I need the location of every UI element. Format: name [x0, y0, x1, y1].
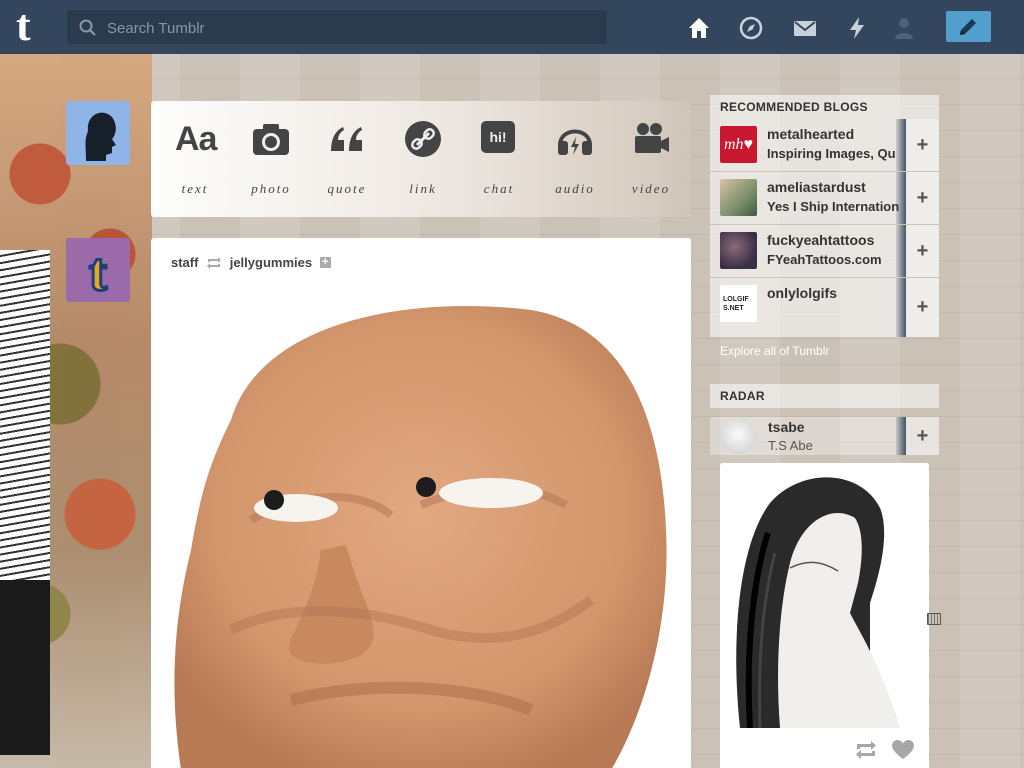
blog-name[interactable]: metalhearted	[767, 126, 854, 142]
post-type-link[interactable]: link	[385, 101, 461, 217]
explore-link[interactable]: Explore all of Tumblr	[720, 344, 829, 358]
keyboard-shortcut-icon[interactable]	[927, 613, 941, 625]
follow-button[interactable]: +	[906, 119, 939, 171]
radar-post-image[interactable]	[720, 463, 929, 728]
post-type-video[interactable]: video	[613, 101, 689, 217]
reblog-icon	[207, 256, 222, 269]
radar-blog-name[interactable]: tsabe	[768, 419, 805, 435]
quote-icon	[331, 127, 362, 151]
search-icon	[79, 19, 96, 36]
blog-avatar[interactable]: LOLGIFS.NET	[720, 285, 757, 322]
follow-button[interactable]: +	[906, 278, 939, 337]
search-input[interactable]	[105, 10, 589, 46]
post-type-label: text	[181, 181, 209, 196]
headphones-icon	[558, 129, 592, 155]
radar-blog-description: T.S Abe	[768, 438, 813, 453]
tumblr-t-icon: t	[88, 241, 109, 304]
lightning-icon[interactable]	[844, 15, 870, 41]
radar-heading: RADAR	[710, 384, 939, 408]
compass-icon[interactable]	[738, 15, 764, 41]
blog-avatar[interactable]	[720, 232, 757, 269]
post-type-chat[interactable]: hi! chat	[461, 101, 537, 217]
post-type-quote[interactable]: quote	[309, 101, 385, 217]
blog-name[interactable]: fuckyeahtattoos	[767, 232, 874, 248]
post-type-label: link	[409, 181, 437, 196]
reblog-icon[interactable]	[855, 741, 877, 759]
link-icon	[405, 121, 441, 157]
person-icon[interactable]	[891, 15, 917, 41]
post-type-label: photo	[251, 181, 291, 196]
text-icon: Aa	[175, 120, 217, 158]
post-type-label: audio	[555, 181, 595, 196]
search-box[interactable]	[67, 10, 607, 46]
chat-icon: hi!	[481, 121, 515, 153]
blog-name[interactable]: ameliastardust	[767, 179, 866, 195]
recommended-blog-item[interactable]: LOLGIFS.NET onlylolgifs +	[710, 278, 939, 337]
recommended-blog-item[interactable]: fuckyeahtattoos FYeahTattoos.com +	[710, 225, 939, 277]
follow-button[interactable]: +	[906, 225, 939, 277]
blog-item-shade	[896, 278, 906, 337]
radar-blog-avatar[interactable]	[720, 418, 756, 454]
radar-post	[720, 463, 929, 768]
reblogged-from-link[interactable]: jellygummies	[230, 255, 312, 270]
radar-follow-button[interactable]: +	[906, 417, 939, 455]
post-type-label: chat	[483, 181, 515, 196]
post-header: staff jellygummies +	[171, 254, 331, 270]
post-type-label: quote	[327, 181, 367, 196]
blog-item-shade	[896, 225, 906, 277]
post-image[interactable]	[171, 300, 671, 768]
compose-post-button[interactable]	[946, 11, 991, 42]
blog-description: FYeahTattoos.com	[767, 252, 882, 267]
home-icon[interactable]	[686, 15, 712, 41]
blog-description: Inspiring Images, Qu	[767, 146, 896, 161]
blog-avatar[interactable]	[720, 179, 757, 216]
camera-icon	[253, 124, 289, 155]
post-type-audio[interactable]: audio	[537, 101, 613, 217]
tumblr-logo[interactable]: t	[16, 4, 50, 48]
heart-icon[interactable]	[892, 740, 914, 760]
blog-name[interactable]: onlylolgifs	[767, 285, 837, 301]
user-avatar[interactable]	[66, 101, 130, 165]
staff-avatar[interactable]: t	[66, 238, 130, 304]
blog-avatar[interactable]: mh♥	[720, 126, 757, 163]
blog-item-shade	[896, 417, 906, 455]
follow-plus-icon[interactable]: +	[319, 257, 331, 269]
silhouette-icon	[85, 112, 116, 161]
post-type-label: video	[631, 181, 671, 196]
background-person-legs	[0, 580, 50, 755]
recommended-blog-item[interactable]: ameliastardust Yes I Ship Internation +	[710, 172, 939, 224]
blog-description: Yes I Ship Internation	[767, 199, 900, 214]
video-camera-icon	[635, 123, 669, 153]
pencil-icon	[960, 19, 976, 35]
post-type-photo[interactable]: photo	[233, 101, 309, 217]
post-type-selector: Aa text photo quote link hi! chat audio …	[151, 101, 691, 217]
background-person-image	[0, 250, 50, 755]
recommended-blogs-heading: RECOMMENDED BLOGS	[710, 95, 939, 119]
recommended-blog-item[interactable]: mh♥ metalhearted Inspiring Images, Qu +	[710, 119, 939, 171]
radar-blog-item[interactable]: tsabe T.S Abe +	[710, 417, 939, 455]
blog-item-shade	[896, 119, 906, 171]
dashboard-post: staff jellygummies +	[151, 238, 691, 768]
post-author-link[interactable]: staff	[171, 255, 198, 270]
blog-item-shade	[896, 172, 906, 224]
follow-button[interactable]: +	[906, 172, 939, 224]
svg-text:t: t	[89, 242, 107, 302]
post-type-text[interactable]: Aa text	[157, 101, 233, 217]
top-navigation-bar: t	[0, 0, 1024, 54]
mail-icon[interactable]	[792, 15, 818, 41]
